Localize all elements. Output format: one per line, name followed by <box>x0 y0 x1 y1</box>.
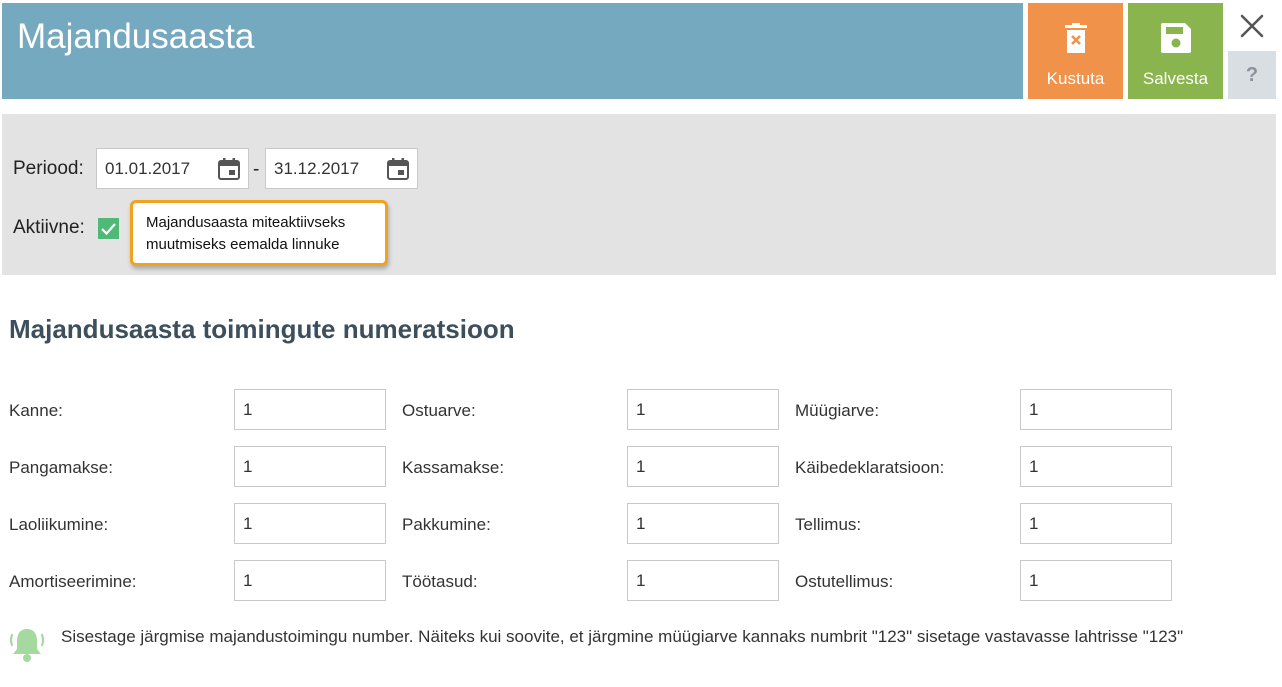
save-button[interactable]: Salvesta <box>1128 3 1223 99</box>
tooltip-line-1: Majandusaasta miteaktiivseks <box>146 214 346 231</box>
ostutellimus-input[interactable] <box>1020 560 1172 601</box>
trash-icon <box>1064 23 1087 58</box>
field-label-pakkumine: Pakkumine: <box>402 515 491 534</box>
field-label-kaibedeklaratsioon: Käibedeklaratsioon: <box>795 458 945 477</box>
delete-button-label: Kustuta <box>1046 69 1105 88</box>
field-label-laoliikumine: Laoliikumine: <box>9 515 109 534</box>
field-label-amortiseerimine: Amortiseerimine: <box>9 572 137 591</box>
active-label: Aktiivne: <box>13 217 85 238</box>
checkmark-icon <box>101 223 116 236</box>
calendar-icon[interactable] <box>218 158 240 185</box>
field-label-ostuarve: Ostuarve: <box>402 401 476 420</box>
field-label-ostutellimus: Ostutellimus: <box>795 572 894 591</box>
kassamakse-input[interactable] <box>627 446 779 487</box>
active-tooltip: Majandusaasta miteaktiivseks muutmiseks … <box>130 200 388 266</box>
date-from-input[interactable] <box>105 157 215 181</box>
floppy-disk-icon <box>1160 23 1191 58</box>
date-to-input[interactable] <box>274 157 384 181</box>
laoliikumine-input[interactable] <box>234 503 386 544</box>
save-button-label: Salvesta <box>1142 69 1209 88</box>
tooltip-line-2: muutmiseks eemalda linnuke <box>146 236 340 253</box>
pakkumine-input[interactable] <box>627 503 779 544</box>
help-button[interactable]: ? <box>1228 51 1276 99</box>
active-checkbox[interactable] <box>98 218 119 239</box>
section-title: Majandusaasta toimingute numeratsioon <box>9 314 515 344</box>
delete-button[interactable]: Kustuta <box>1028 3 1123 99</box>
date-to-field[interactable] <box>265 148 418 189</box>
kanne-input[interactable] <box>234 389 386 430</box>
hint-text: Sisestage järgmise majandustoimingu numb… <box>61 627 1184 646</box>
calendar-icon[interactable] <box>387 158 409 185</box>
field-label-kanne: Kanne: <box>9 401 63 420</box>
close-button[interactable] <box>1228 3 1276 51</box>
field-label-pangamakse: Pangamakse: <box>9 458 113 477</box>
page-title: Majandusaasta <box>17 17 255 56</box>
period-label: Periood: <box>13 158 84 179</box>
field-label-kassamakse: Kassamakse: <box>402 458 505 477</box>
ostuarve-input[interactable] <box>627 389 779 430</box>
amortiseerimine-input[interactable] <box>234 560 386 601</box>
close-icon <box>1240 14 1264 38</box>
field-label-tootasud: Töötasud: <box>402 572 478 591</box>
tellimus-input[interactable] <box>1020 503 1172 544</box>
header-bar: Majandusaasta <box>2 3 1023 99</box>
date-separator: - <box>253 159 260 180</box>
field-label-myygiarve: Müügiarve: <box>795 401 880 420</box>
date-from-field[interactable] <box>96 148 249 189</box>
tootasud-input[interactable] <box>627 560 779 601</box>
myygiarve-input[interactable] <box>1020 389 1172 430</box>
pangamakse-input[interactable] <box>234 446 386 487</box>
kaibedeklaratsioon-input[interactable] <box>1020 446 1172 487</box>
bell-icon <box>8 625 46 670</box>
field-label-tellimus: Tellimus: <box>795 515 862 534</box>
